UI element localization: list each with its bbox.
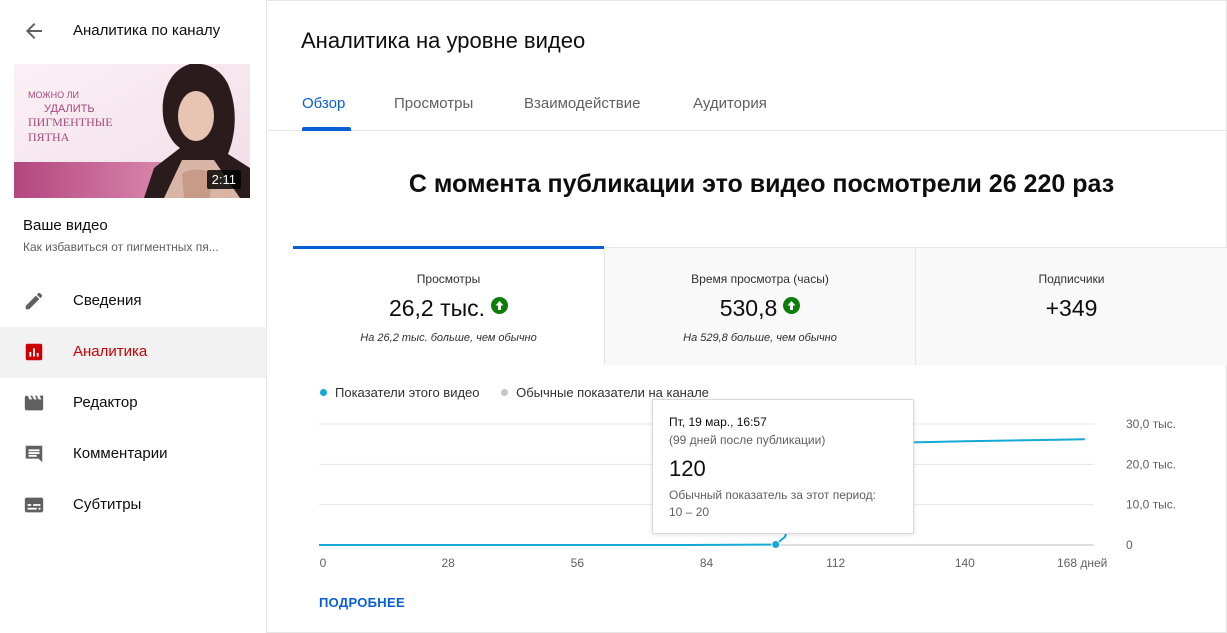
- metric-value: 26,2 тыс.: [388, 295, 486, 321]
- video-thumbnail[interactable]: МОЖНО ЛИ УДАЛИТЬ ПИГМЕНТНЫЕ ПЯТНА 2:11: [14, 64, 250, 198]
- metric-subscribers[interactable]: Подписчики +349: [915, 248, 1227, 365]
- metric-note: На 26,2 тыс. больше, чем обычно: [360, 332, 537, 344]
- tab-engagement[interactable]: Взаимодействие: [524, 95, 640, 112]
- tooltip-days: (99 дней после публикации): [669, 433, 826, 447]
- thumbnail-line-1: МОЖНО ЛИ: [28, 90, 79, 100]
- thumbnail-line-4: ПЯТНА: [28, 130, 70, 144]
- sidebar-nav: Сведения Аналитика Редактор Комментарии: [0, 276, 266, 531]
- selected-metric-indicator: [293, 246, 604, 249]
- chart-tooltip: Пт, 19 мар., 16:57 (99 дней после публик…: [652, 399, 914, 534]
- sidebar-header: Аналитика по каналу: [0, 0, 266, 62]
- x-tick-label: 140: [955, 556, 975, 570]
- trend-up-icon: [491, 297, 509, 314]
- legend-this-video: Показатели этого видео: [335, 385, 480, 400]
- sidebar-item-editor[interactable]: Редактор: [0, 378, 266, 429]
- views-headline: С момента публикации это видео посмотрел…: [408, 170, 1115, 198]
- x-tick-label: 56: [571, 556, 585, 570]
- tooltip-typical-label: Обычный показатель за этот период:: [669, 488, 876, 502]
- tab-overview[interactable]: Обзор: [302, 95, 345, 112]
- sidebar-title: Аналитика по каналу: [73, 22, 221, 39]
- highlight-point: [771, 540, 781, 550]
- x-tick-label: 84: [700, 556, 714, 570]
- trend-up-icon: [783, 297, 801, 314]
- metric-value-wrap: 26,2 тыс.: [293, 295, 604, 322]
- y-tick-label: 20,0 тыс.: [1126, 457, 1176, 471]
- subtitles-icon: [24, 497, 44, 513]
- thumbnail-headline: МОЖНО ЛИ УДАЛИТЬ ПИГМЕНТНЫЕ ПЯТНА: [28, 90, 113, 144]
- x-tick-label: 112: [826, 556, 845, 570]
- legend-typical: Обычные показатели на канале: [516, 385, 709, 400]
- sidebar-item-label: Аналитика: [73, 343, 148, 360]
- legend-dot-typical: [501, 389, 509, 396]
- metric-value: +349: [1045, 295, 1098, 321]
- chart-legend: Показатели этого видео Обычные показател…: [320, 385, 709, 400]
- comment-icon: [25, 445, 43, 463]
- metric-cards: Просмотры 26,2 тыс. На 26,2 тыс. больше,…: [293, 246, 1227, 365]
- metric-label: Подписчики: [1038, 272, 1105, 286]
- sidebar-item-label: Субтитры: [73, 496, 142, 513]
- x-tick-label: 28: [441, 556, 455, 570]
- clapperboard-icon: [24, 395, 44, 411]
- x-tick-label: 0: [320, 556, 327, 570]
- analytics-icon: [25, 343, 43, 361]
- tooltip-date: Пт, 19 мар., 16:57: [669, 415, 767, 429]
- sidebar-item-subtitles[interactable]: Субтитры: [0, 480, 266, 531]
- x-tick-label: 168 дней: [1057, 556, 1107, 570]
- sidebar-item-comments[interactable]: Комментарии: [0, 429, 266, 480]
- sidebar-item-label: Редактор: [73, 394, 138, 411]
- active-tab-indicator: [302, 127, 351, 131]
- metric-value: 530,8: [719, 295, 778, 321]
- tooltip-value: 120: [669, 456, 706, 481]
- sidebar-item-analytics[interactable]: Аналитика: [0, 327, 266, 378]
- sidebar-item-label: Комментарии: [73, 445, 168, 462]
- sidebar: Аналитика по каналу МОЖНО ЛИ УДАЛИТЬ ПИГ…: [0, 0, 267, 633]
- metric-watch-time[interactable]: Время просмотра (часы) 530,8 На 529,8 бо…: [604, 248, 915, 365]
- tab-views[interactable]: Просмотры: [394, 95, 473, 112]
- legend-dot-this-video: [320, 389, 327, 396]
- tab-audience[interactable]: Аудитория: [693, 95, 767, 112]
- see-more-link[interactable]: ПОДРОБНЕЕ: [319, 595, 405, 610]
- metric-views[interactable]: Просмотры 26,2 тыс. На 26,2 тыс. больше,…: [293, 246, 604, 365]
- video-duration: 2:11: [206, 170, 241, 189]
- y-tick-label: 30,0 тыс.: [1126, 417, 1176, 431]
- your-video-label: Ваше видео: [23, 217, 108, 234]
- video-title: Как избавиться от пигментных пя...: [23, 240, 219, 254]
- page-title: Аналитика на уровне видео: [301, 28, 586, 53]
- thumbnail-line-3: ПИГМЕНТНЫЕ: [28, 115, 113, 129]
- metric-label: Время просмотра (часы): [691, 272, 829, 286]
- metric-note: На 529,8 больше, чем обычно: [683, 332, 837, 344]
- sidebar-item-label: Сведения: [73, 292, 142, 309]
- metric-label: Просмотры: [416, 272, 481, 286]
- tooltip-typical-range: 10 – 20: [669, 505, 710, 519]
- metric-value-wrap: 530,8: [605, 295, 915, 322]
- tab-bar: Обзор Просмотры Взаимодействие Аудитория: [268, 78, 1227, 131]
- y-tick-label: 10,0 тыс.: [1126, 498, 1176, 512]
- thumbnail-line-2: УДАЛИТЬ: [44, 103, 95, 115]
- back-arrow-icon[interactable]: [22, 19, 46, 43]
- pencil-icon: [25, 292, 43, 310]
- y-tick-label: 0: [1126, 538, 1133, 552]
- main-content: Аналитика на уровне видео Обзор Просмотр…: [268, 0, 1227, 633]
- sidebar-item-details[interactable]: Сведения: [0, 276, 266, 327]
